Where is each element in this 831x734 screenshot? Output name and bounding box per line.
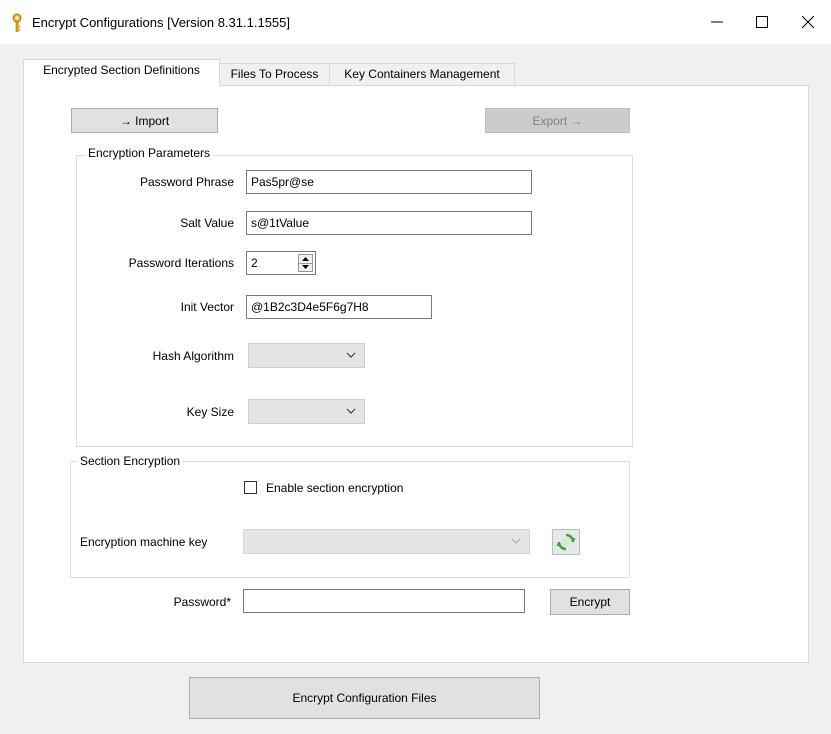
chevron-down-icon bbox=[346, 352, 356, 358]
salt-value-label: Salt Value bbox=[180, 216, 234, 230]
refresh-button[interactable] bbox=[552, 529, 580, 555]
export-button[interactable]: Export → bbox=[485, 108, 630, 133]
encryption-machine-key-label: Encryption machine key bbox=[80, 535, 208, 549]
encrypt-configuration-files-button[interactable]: Encrypt Configuration Files bbox=[189, 677, 540, 719]
enable-section-encryption-label[interactable]: Enable section encryption bbox=[266, 481, 403, 495]
minimize-button[interactable] bbox=[694, 0, 740, 44]
stepper-down-icon[interactable] bbox=[299, 263, 312, 271]
init-vector-input[interactable] bbox=[246, 295, 432, 319]
password-iterations-value: 2 bbox=[251, 256, 258, 270]
close-button[interactable] bbox=[785, 0, 831, 44]
enable-section-encryption-checkbox[interactable] bbox=[244, 481, 257, 494]
key-icon bbox=[12, 13, 22, 32]
title-bar: Encrypt Configurations [Version 8.31.1.1… bbox=[0, 0, 831, 44]
key-size-label: Key Size bbox=[186, 405, 234, 419]
init-vector-label: Init Vector bbox=[180, 300, 234, 314]
hash-algorithm-select[interactable] bbox=[248, 343, 365, 368]
encryption-machine-key-select[interactable] bbox=[243, 529, 530, 554]
refresh-icon bbox=[556, 533, 576, 551]
password-phrase-input[interactable] bbox=[246, 170, 532, 194]
stepper-buttons[interactable] bbox=[298, 254, 313, 272]
tab-key-containers-management[interactable]: Key Containers Management bbox=[329, 63, 515, 85]
maximize-button[interactable] bbox=[739, 0, 785, 44]
key-size-select[interactable] bbox=[248, 399, 365, 424]
section-encryption-title: Section Encryption bbox=[77, 454, 184, 468]
maximize-icon bbox=[756, 16, 768, 28]
password-label: Password* bbox=[173, 595, 231, 609]
password-iterations-label: Password Iterations bbox=[128, 256, 234, 270]
section-encryption-group bbox=[70, 461, 630, 578]
password-iterations-stepper[interactable]: 2 bbox=[246, 251, 316, 275]
password-input[interactable] bbox=[243, 589, 525, 613]
encrypt-button[interactable]: Encrypt bbox=[550, 589, 630, 615]
chevron-down-icon bbox=[511, 538, 521, 544]
minimize-icon bbox=[711, 21, 723, 23]
window-title: Encrypt Configurations [Version 8.31.1.1… bbox=[32, 15, 290, 30]
encryption-parameters-title: Encryption Parameters bbox=[85, 146, 214, 160]
close-icon bbox=[802, 16, 814, 28]
import-button[interactable]: → Import bbox=[71, 108, 218, 133]
chevron-down-icon bbox=[346, 408, 356, 414]
salt-value-input[interactable] bbox=[246, 211, 532, 235]
password-phrase-label: Password Phrase bbox=[139, 175, 234, 189]
tab-encrypted-section-definitions[interactable]: Encrypted Section Definitions bbox=[23, 59, 220, 86]
hash-algorithm-label: Hash Algorithm bbox=[152, 349, 234, 363]
tab-files-to-process[interactable]: Files To Process bbox=[219, 63, 330, 85]
